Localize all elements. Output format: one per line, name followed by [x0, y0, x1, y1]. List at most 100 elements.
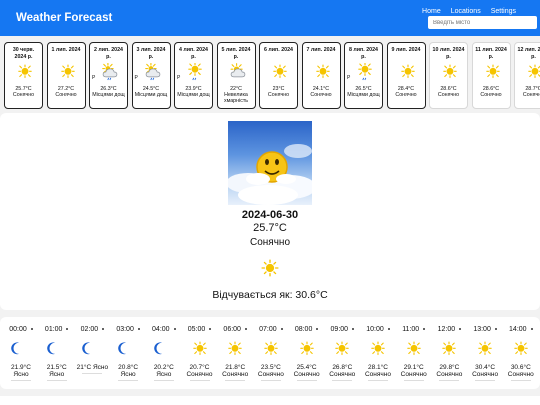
weather-photo — [228, 121, 312, 205]
hour-condition: Ясно — [156, 371, 172, 378]
hour-condition: Сонячно — [257, 371, 284, 378]
nav-home[interactable]: Home — [422, 8, 441, 15]
divider — [296, 380, 317, 381]
hour-time: 01:00 — [44, 326, 63, 333]
hour-card[interactable]: 03:00 20.8°C Ясно — [111, 325, 145, 385]
hour-card[interactable]: 12:00 29.8°C Сонячно — [432, 325, 466, 385]
day-date: 9 лип. 2024 — [391, 47, 421, 53]
sun-icon — [399, 63, 417, 81]
day-card[interactable]: 8 лип. 2024 р. Р 26.5°C Місцями дощ — [344, 42, 383, 109]
dot-icon — [494, 328, 497, 331]
sun-icon — [526, 63, 540, 81]
day-card[interactable]: 10 лип. 2024 р. 28.6°C Сонячно — [429, 42, 468, 109]
hour-card[interactable]: 04:00 20.2°C Ясно — [147, 325, 181, 385]
nav-settings[interactable]: Settings — [491, 8, 516, 15]
day-card[interactable]: 7 лип. 2024 24.1°C Сонячно — [301, 42, 341, 109]
sun-icon — [484, 63, 502, 81]
hour-card[interactable]: 13:00 30.4°C Сонячно — [468, 325, 502, 385]
dot-icon — [423, 328, 426, 331]
hour-condition: Ясно — [13, 371, 29, 378]
hour-card[interactable]: 11:00 29.1°C Сонячно — [397, 325, 431, 385]
hourly-forecast-strip[interactable]: 00:00 21.9°C Ясно 01:00 21.5°C Ясно 02:0… — [0, 317, 540, 389]
hour-time: 05:00 — [187, 326, 206, 333]
rain-cloud-icon — [144, 63, 162, 81]
day-card[interactable]: 30 черв. 2024 р. 25.7°C Сонячно — [4, 42, 43, 109]
day-card[interactable]: 5 лип. 2024 р. 22°C Невелика хмарність — [216, 42, 256, 109]
divider — [225, 380, 246, 381]
dot-icon — [459, 328, 462, 331]
day-date: 1 лип. 2024 — [51, 47, 81, 53]
day-condition: Сонячно — [310, 92, 332, 98]
day-card[interactable]: 11 лип. 2024 р. 28.6°C Сонячно — [471, 42, 511, 109]
divider — [260, 380, 281, 381]
day-condition: Місцями дощ — [134, 92, 168, 98]
day-date: 8 лип. 2024 р. — [349, 47, 378, 60]
hour-card[interactable]: 08:00 25.4°C Сонячно — [290, 325, 324, 385]
dot-icon — [173, 328, 176, 331]
hour-temperature: 29.1°C — [403, 364, 424, 371]
hour-temperature: 26.8°C — [332, 364, 353, 371]
day-date: 3 лип. 2024 р. — [136, 47, 166, 60]
sun-icon — [271, 63, 289, 81]
day-card[interactable]: 3 лип. 2024 р. Р 24.5°C Місцями дощ — [131, 42, 171, 109]
hour-card[interactable]: 14:00 30.6°C Сонячно — [504, 325, 538, 385]
nav-locations[interactable]: Locations — [451, 8, 481, 15]
sun-rain-icon — [186, 63, 204, 81]
hour-time: 12:00 — [437, 326, 456, 333]
day-card[interactable]: 9 лип. 2024 28.4°C Сонячно — [386, 42, 426, 109]
hour-time: 08:00 — [294, 326, 313, 333]
hour-card[interactable]: 05:00 20.7°C Сонячно — [183, 325, 217, 385]
hour-time: 03:00 — [116, 326, 134, 333]
current-temperature: 25.7°C — [253, 222, 287, 234]
hour-card[interactable]: 09:00 26.8°C Сонячно — [325, 325, 359, 385]
hour-temperature: 23.5°C — [260, 364, 281, 371]
day-card[interactable]: 2 лип. 2024 р. Р 26.3°C Місцями дощ — [89, 42, 128, 109]
sun-icon — [226, 340, 244, 358]
divider — [475, 380, 496, 381]
hour-card[interactable]: 01:00 21.5°C Ясно — [40, 325, 74, 385]
moon-icon — [115, 340, 133, 358]
divider — [118, 380, 139, 381]
day-date: 12 лип. 2024 р. — [517, 47, 540, 60]
dot-icon — [316, 328, 319, 331]
hour-temperature: 28.1°C — [368, 364, 388, 371]
hour-card[interactable]: 07:00 23.5°C Сонячно — [254, 325, 288, 385]
hour-time: 11:00 — [402, 326, 420, 333]
hour-card[interactable]: 10:00 28.1°C Сонячно — [361, 325, 395, 385]
hour-condition: Сонячно — [293, 371, 320, 378]
dot-icon — [66, 328, 69, 331]
hour-time: 13:00 — [473, 326, 491, 333]
sun-icon — [441, 63, 459, 81]
day-condition: Місцями дощ — [92, 92, 125, 98]
feels-like: Відчувається як: 30.6°C — [212, 289, 328, 301]
hour-card[interactable]: 06:00 21.8°C Сонячно — [218, 325, 252, 385]
dot-icon — [530, 328, 533, 331]
sun-icon — [476, 340, 494, 358]
hour-card[interactable]: 00:00 21.9°C Ясно — [4, 325, 38, 385]
dot-icon — [352, 328, 355, 331]
day-card[interactable]: 6 лип. 2024 23°C Сонячно — [259, 42, 298, 109]
hour-time: 06:00 — [223, 326, 241, 333]
day-card[interactable]: 4 лип. 2024 р. Р 23.9°C Місцями дощ — [174, 42, 213, 109]
day-card[interactable]: 1 лип. 2024 27.2°C Сонячно — [46, 42, 86, 109]
sun-icon — [512, 340, 530, 358]
moon-icon — [151, 340, 169, 358]
day-card[interactable]: 12 лип. 2024 р. 28.7°C Сонячно — [514, 42, 540, 109]
day-date: 5 лип. 2024 р. — [221, 47, 251, 60]
hour-temperature: 20.8°C — [118, 364, 139, 371]
rain-label: Р — [347, 75, 351, 81]
day-condition: Сонячно — [55, 92, 77, 98]
hour-condition: Сонячно — [400, 371, 427, 378]
sun-icon — [405, 340, 423, 358]
rain-cloud-icon — [101, 63, 119, 81]
divider — [332, 380, 353, 381]
current-condition: Сонячно — [249, 237, 290, 248]
day-date: 2 лип. 2024 р. — [94, 47, 123, 60]
city-search-input[interactable] — [428, 16, 537, 29]
hour-temperature: 21.9°C — [11, 364, 31, 371]
hour-card[interactable]: 02:00 21°C Ясно — [75, 325, 109, 385]
hour-temperature: 30.4°C — [475, 364, 496, 371]
day-condition: Невелика хмарність — [223, 92, 249, 104]
daily-forecast-strip[interactable]: 30 черв. 2024 р. 25.7°C Сонячно 1 лип. 2… — [0, 40, 540, 110]
sun-icon — [191, 340, 209, 358]
